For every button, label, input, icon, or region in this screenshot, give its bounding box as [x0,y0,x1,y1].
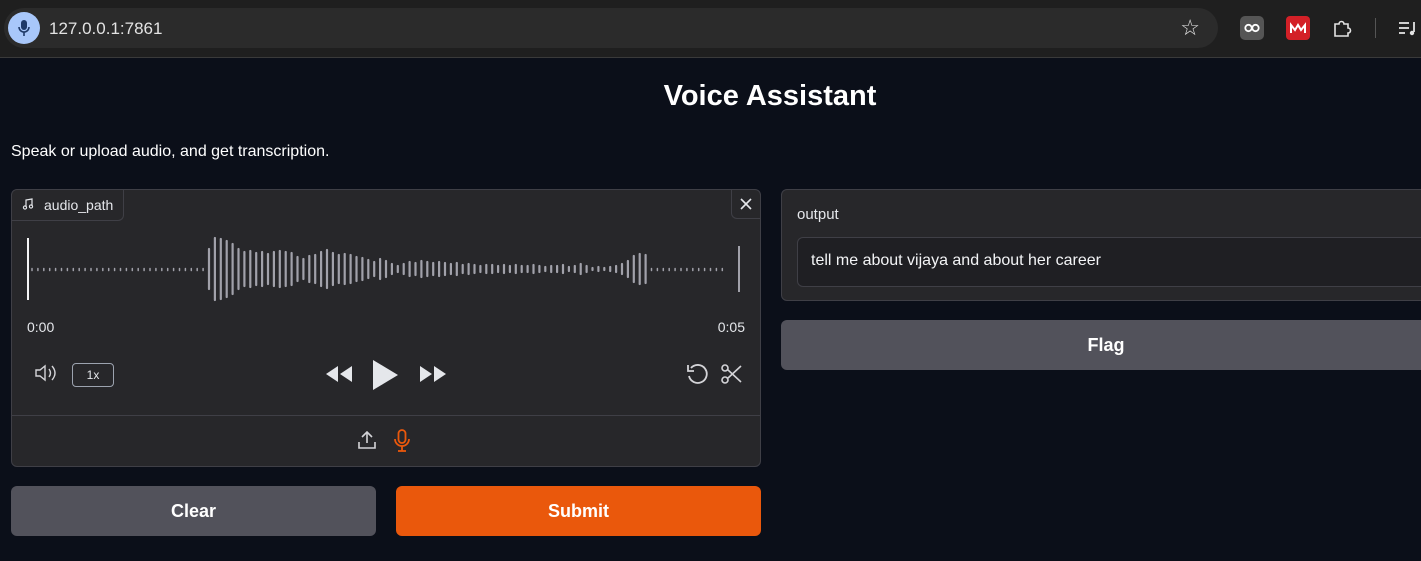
page-description: Speak or upload audio, and get transcrip… [11,143,330,160]
audio-waveform[interactable] [26,236,746,302]
extension-m-icon[interactable] [1286,16,1310,40]
microphone-icon[interactable] [393,428,411,459]
time-current: 0:00 [27,319,55,335]
mic-icon[interactable] [8,12,40,44]
toolbar-divider [1375,18,1376,38]
play-icon[interactable] [370,358,400,397]
output-panel: output tell me about vijaya and about he… [781,189,1421,301]
submit-button[interactable]: Submit [396,486,761,536]
puzzle-icon[interactable] [1330,16,1354,40]
time-duration: 0:05 [717,319,745,335]
volume-icon[interactable] [33,362,61,389]
output-textbox[interactable]: tell me about vijaya and about her caree… [797,237,1421,287]
close-icon[interactable] [731,190,760,219]
playback-controls: 1x [12,350,760,398]
extension-infinity-icon[interactable] [1240,16,1264,40]
fast-forward-icon[interactable] [418,364,448,389]
output-label: output [797,206,839,223]
upload-icon[interactable] [357,430,377,455]
page-title: Voice Assistant [663,80,877,112]
flag-button[interactable]: Flag [781,320,1421,370]
media-queue-icon[interactable] [1396,16,1420,40]
playback-rate-button[interactable]: 1x [72,363,114,387]
audio-label: audio_path [44,197,114,213]
rewind-icon[interactable] [324,364,354,389]
clear-button[interactable]: Clear [11,486,376,536]
audio-input-panel: audio_path 0:00 0:05 1x [11,189,761,467]
address-bar[interactable]: 127.0.0.1:7861 ☆ [4,8,1218,48]
undo-icon[interactable] [685,362,711,391]
scissors-icon[interactable] [720,362,744,391]
url-text: 127.0.0.1:7861 [49,19,163,38]
audio-source-selector [12,415,760,467]
music-note-icon [22,197,34,213]
browser-toolbar: 127.0.0.1:7861 ☆ [0,0,1421,58]
output-value: tell me about vijaya and about her caree… [811,252,1101,269]
star-icon[interactable]: ☆ [1180,15,1200,41]
audio-label-tab: audio_path [12,190,125,221]
